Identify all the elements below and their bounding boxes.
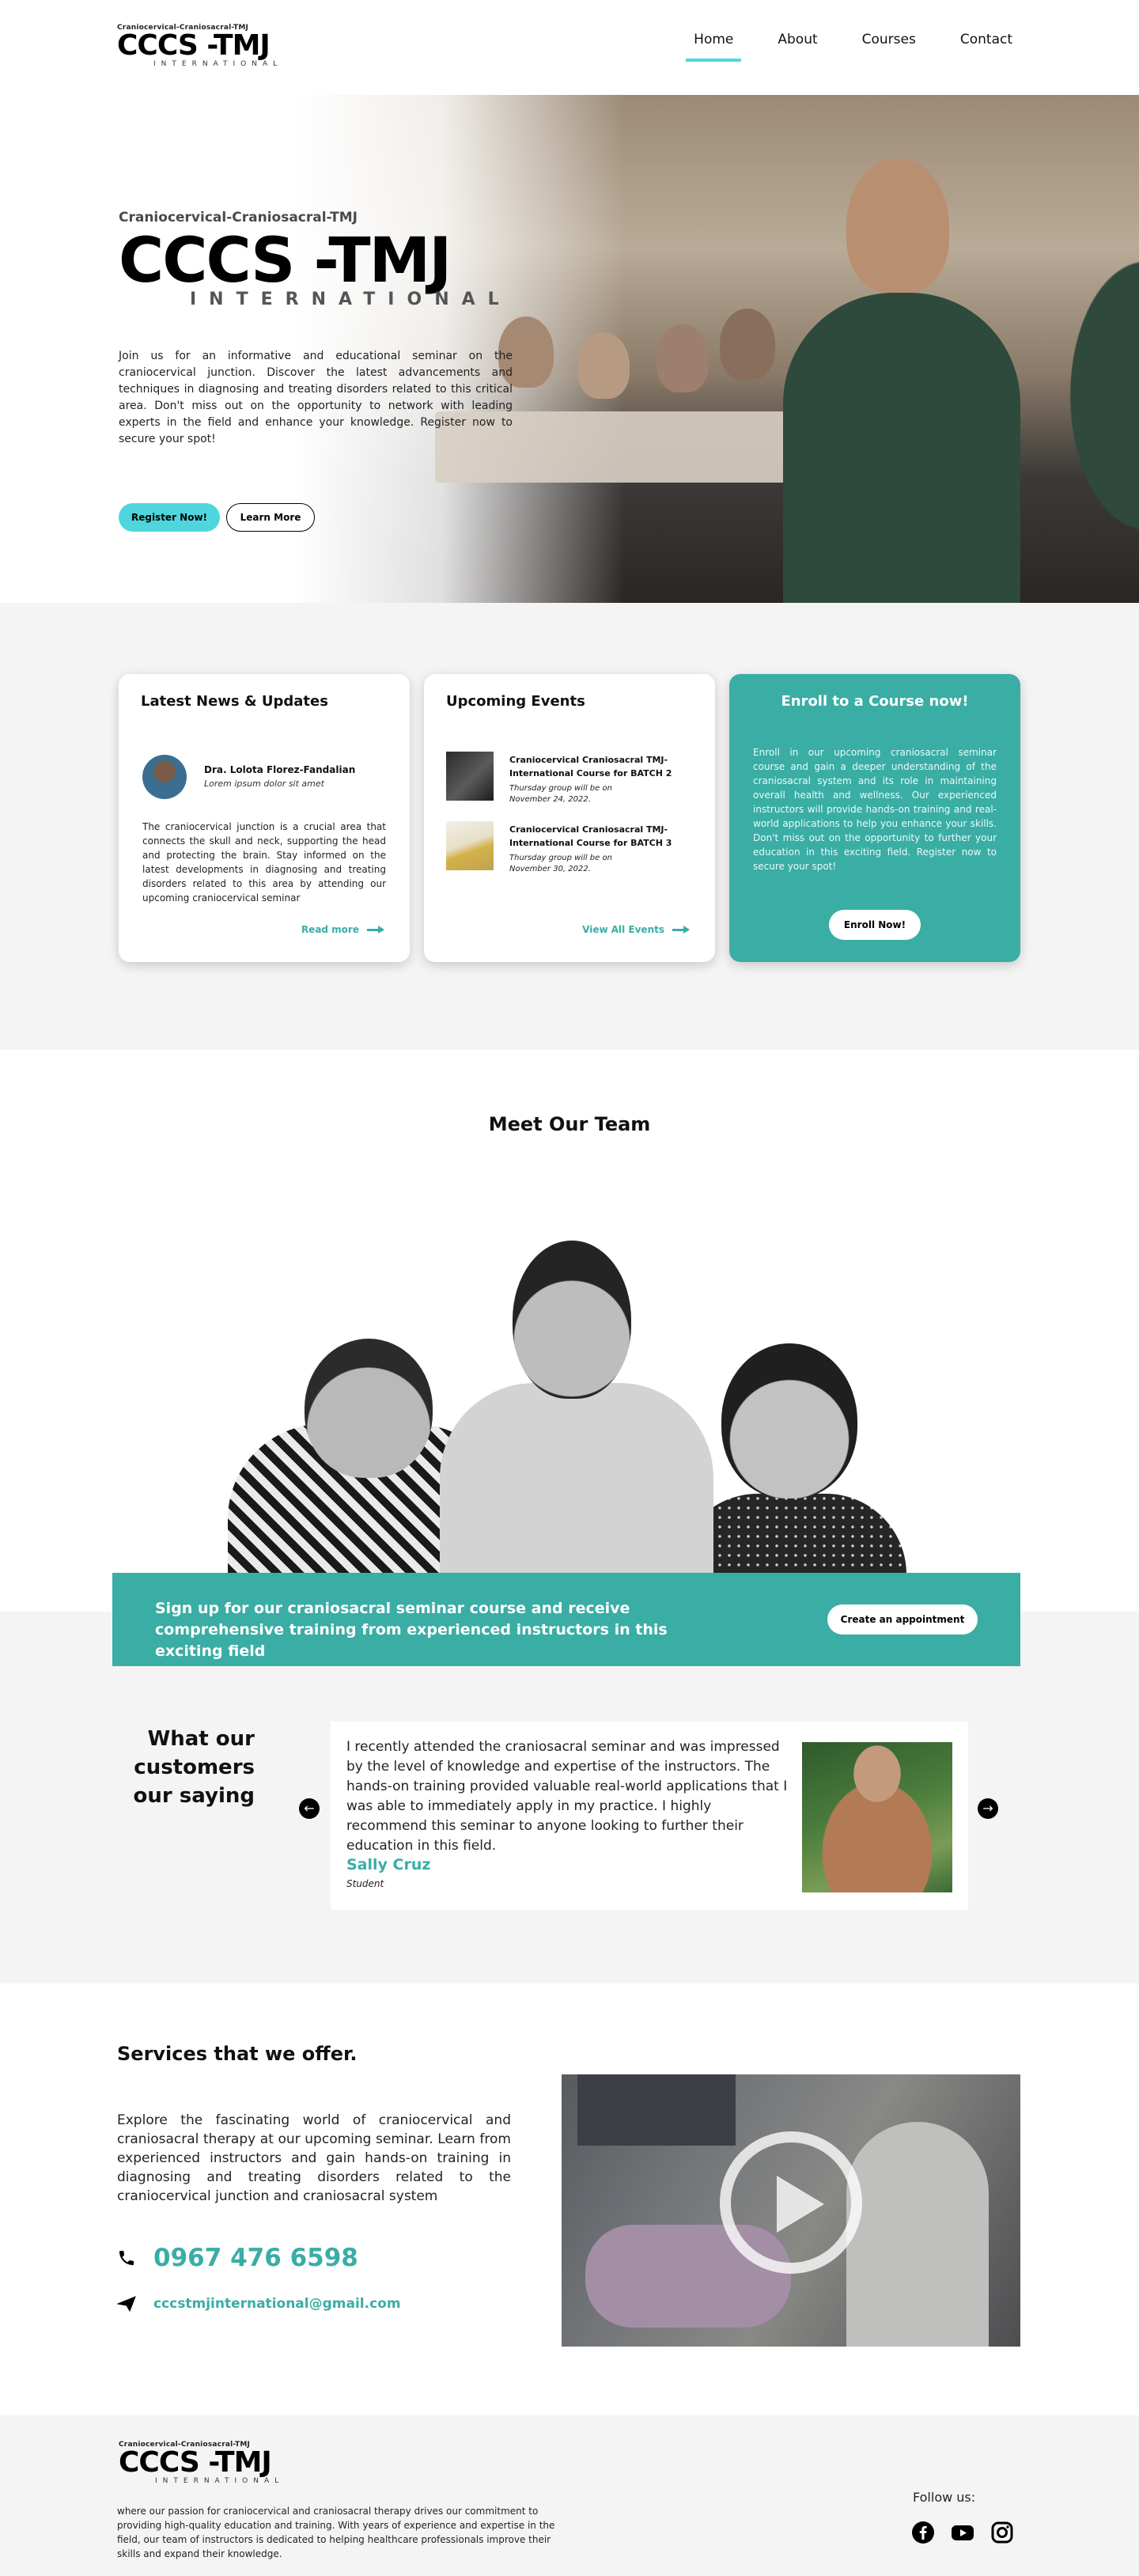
nav-home[interactable]: Home [686,32,742,62]
youtube-icon[interactable] [951,2521,974,2544]
hero-section: Craniocervical-Craniosacral-TMJ CCCS -TM… [0,95,1139,603]
testimonial-card: I recently attended the craniosacral sem… [331,1722,968,1910]
prev-testimonial-button[interactable]: ← [299,1798,320,1819]
services-title: Services that we offer. [117,2043,358,2065]
nav-courses[interactable]: Courses [854,32,924,62]
arrow-right-icon [672,925,690,934]
phone-contact[interactable]: 0967 476 6598 [117,2244,358,2272]
social-links [911,2521,1014,2544]
view-all-events-link[interactable]: View All Events [582,924,690,935]
read-more-link[interactable]: Read more [301,924,384,935]
avatar [142,755,187,799]
team-member-right-head [721,1343,857,1498]
follow-us-label: Follow us: [913,2490,976,2505]
cards-section: Latest News & Updates Dra. Lolota Florez… [0,603,1139,1050]
logo-big-text: CCCS -TMJ [117,29,271,62]
facebook-icon[interactable] [911,2521,935,2544]
services-description: Explore the fascinating world of cranioc… [117,2112,511,2204]
testimonials-heading: What our customers our saying [133,1727,255,1808]
hero-photo-audience-member [657,324,709,392]
arrow-right-icon [367,925,384,934]
phone-icon [119,2251,134,2265]
enroll-card: Enroll to a Course now! Enroll in our up… [729,674,1020,962]
send-icon [117,2296,136,2312]
event-thumbnail [446,821,494,870]
footer-description: where our passion for craniocervical and… [117,2506,555,2559]
testimonial-role: Student [346,1878,384,1889]
learn-more-button[interactable]: Learn More [226,503,315,532]
event-note-line: Thursday group will be on [509,784,612,793]
event-note: Thursday group will be on November 24, 2… [509,783,699,805]
read-more-label: Read more [301,924,359,935]
testimonial-photo [802,1742,952,1892]
hero-photo-audience-member [577,332,630,399]
view-all-events-label: View All Events [582,924,664,935]
enroll-now-button[interactable]: Enroll Now! [829,910,921,940]
phone-number: 0967 476 6598 [153,2244,358,2272]
news-body: The craniocervical junction is a crucial… [142,821,386,903]
team-member-center-head [513,1241,631,1399]
email-contact[interactable]: cccstmjinternational@gmail.com [117,2296,401,2312]
register-now-button[interactable]: Register Now! [119,503,220,532]
team-member-center-body [440,1383,713,1574]
instagram-icon[interactable] [990,2521,1014,2544]
signup-banner: Sign up for our craniosacral seminar cou… [112,1573,1020,1666]
enroll-card-title: Enroll to a Course now! [781,693,969,710]
team-title: Meet Our Team [488,1113,651,1135]
event-title: Craniocervical Craniosacral TMJ-Internat… [509,824,672,848]
hero-subtitle: Craniocervical-Craniosacral-TMJ [119,210,358,225]
site-footer: Craniocervical-Craniosacral-TMJ CCCS -TM… [0,2415,1139,2576]
events-card: Upcoming Events Craniocervical Craniosac… [424,674,715,962]
hero-photo-speaker-body [783,293,1020,603]
nav-about[interactable]: About [770,32,825,62]
site-header: Craniocervical-Craniosacral-TMJ CCCS -TM… [0,0,1139,95]
testimonial-name: Sally Cruz [346,1856,431,1873]
hero-title: CCCS -TMJ [119,225,452,297]
email-address: cccstmjinternational@gmail.com [153,2296,401,2312]
signup-text: Sign up for our craniosacral seminar cou… [155,1600,668,1660]
hero-photo-speaker-head [846,158,949,293]
play-icon[interactable] [777,2176,824,2233]
footer-logo[interactable]: Craniocervical-Craniosacral-TMJ CCCS -TM… [119,2441,284,2485]
news-card: Latest News & Updates Dra. Lolota Florez… [119,674,410,962]
hero-photo-audience-member [720,309,775,380]
news-card-title: Latest News & Updates [141,693,328,710]
team-member-left-head [305,1339,433,1478]
hero-description: Join us for an informative and education… [119,350,513,445]
events-card-title: Upcoming Events [446,693,585,710]
news-author-subtitle: Lorem ipsum dolor sit amet [204,778,324,789]
event-item[interactable]: Craniocervical Craniosacral TMJ-Internat… [446,752,699,807]
site-logo[interactable]: Craniocervical-Craniosacral-TMJ CCCS -TM… [117,24,282,68]
event-note: Thursday group will be on November 30, 2… [509,853,699,875]
event-note-line: Thursday group will be on [509,854,612,862]
next-testimonial-button[interactable]: → [978,1798,998,1819]
event-date: November 24, 2022. [509,795,591,804]
create-appointment-button[interactable]: Create an appointment [827,1604,978,1635]
event-date: November 30, 2022. [509,865,591,873]
event-title: Craniocervical Craniosacral TMJ-Internat… [509,755,672,778]
event-item[interactable]: Craniocervical Craniosacral TMJ-Internat… [446,821,699,877]
testimonial-quote: I recently attended the craniosacral sem… [346,1739,788,1854]
enroll-description: Enroll in our upcoming craniosacral semi… [753,747,997,872]
video-player[interactable] [562,2074,1020,2347]
news-author: Dra. Lolota Florez-Fandalian [204,764,356,775]
main-nav: Home About Courses Contact [686,32,1020,62]
nav-contact[interactable]: Contact [952,32,1020,62]
hero-international: INTERNATIONAL [190,290,512,309]
logo-big-text: CCCS -TMJ [119,2446,272,2479]
event-thumbnail [446,752,494,801]
